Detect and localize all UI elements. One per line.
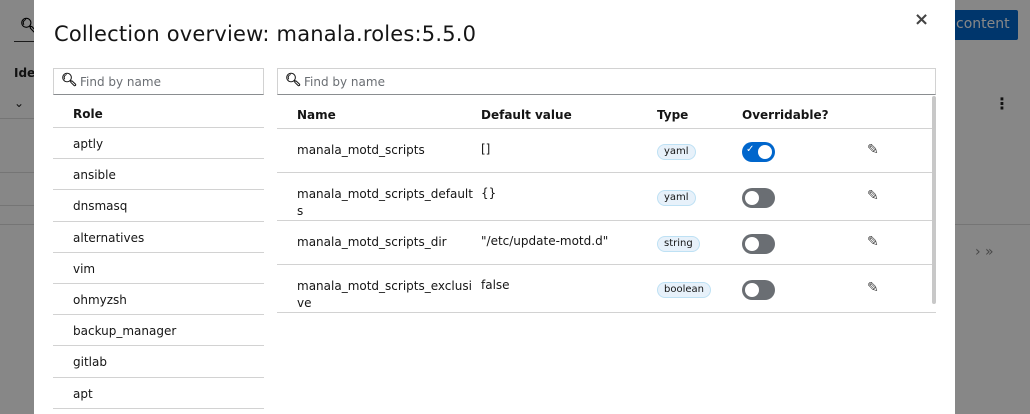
search-icon: 🔍︎: [61, 73, 78, 88]
table-row: manala_motd_scripts [] yaml ✓ ✎: [277, 129, 936, 173]
type-badge: boolean: [657, 282, 711, 298]
modal-title: Collection overview: manala.roles:5.5.0: [54, 22, 477, 46]
variable-name: manala_motd_scripts: [297, 143, 425, 157]
pencil-icon[interactable]: ✎: [867, 142, 879, 158]
variables-search: 🔍︎: [277, 68, 936, 95]
role-list-item[interactable]: ohmyzsh: [53, 284, 264, 316]
variable-type: yaml: [657, 143, 696, 160]
type-badge: yaml: [657, 144, 696, 160]
overridable-toggle[interactable]: [742, 188, 775, 208]
roles-panel: 🔍︎ Role aptlyansiblednsmasqalternativesv…: [53, 68, 264, 409]
column-header-name: Name: [297, 108, 336, 122]
role-list-item[interactable]: apt: [53, 378, 264, 409]
variables-table-body: manala_motd_scripts[] yaml ✓ ✎ manala_motd_s…: [277, 129, 936, 313]
variable-type: boolean: [657, 281, 711, 298]
toggle-knob: [745, 191, 759, 205]
type-badge: string: [657, 236, 700, 252]
variables-scrollbar[interactable]: [932, 96, 936, 304]
overridable-toggle[interactable]: ✓: [742, 142, 775, 162]
variable-default-value: "/etc/update-motd.d": [481, 234, 609, 248]
role-list-item[interactable]: ansible: [53, 159, 264, 191]
variables-panel: 🔍︎ Name Default value Type Overridable? …: [277, 68, 936, 313]
collection-overview-modal: Collection overview: manala.roles:5.5.0 …: [34, 0, 955, 414]
variable-name: manala_motd_scripts_exclusive: [297, 279, 472, 310]
role-list-item[interactable]: vim: [53, 253, 264, 284]
pencil-icon[interactable]: ✎: [867, 280, 879, 296]
roles-search: 🔍︎: [53, 68, 264, 95]
column-header-type: Type: [657, 108, 689, 122]
column-header-default: Default value: [481, 108, 572, 122]
toggle-knob: [745, 237, 759, 251]
role-list-item[interactable]: alternatives: [53, 222, 264, 253]
variable-type: yaml: [657, 189, 696, 206]
toggle-knob: [745, 283, 759, 297]
table-row: manala_motd_scripts_dir "/etc/update-motd…: [277, 221, 936, 265]
pencil-icon[interactable]: ✎: [867, 234, 879, 250]
roles-column-header: Role: [53, 95, 264, 128]
column-header-overridable: Overridable?: [742, 108, 829, 122]
variable-name: manala_motd_scripts_defaults: [297, 187, 473, 218]
role-list-item[interactable]: aptly: [53, 128, 264, 160]
variable-default-value: []: [481, 142, 491, 156]
search-icon: 🔍︎: [285, 73, 302, 88]
type-badge: yaml: [657, 190, 696, 206]
table-row: manala_motd_scripts_defaults {} yaml ✎: [277, 173, 936, 221]
roles-search-input[interactable]: [80, 72, 255, 91]
variables-search-input[interactable]: [304, 72, 924, 91]
variable-default-value: false: [481, 278, 510, 292]
toggle-knob: [758, 145, 772, 159]
overridable-toggle[interactable]: [742, 234, 775, 254]
variable-type: string: [657, 235, 700, 252]
role-list-item[interactable]: gitlab: [53, 346, 264, 378]
variables-table: Name Default value Type Overridable? man…: [277, 96, 936, 313]
pencil-icon[interactable]: ✎: [867, 188, 879, 204]
variables-table-header: Name Default value Type Overridable?: [277, 96, 936, 129]
roles-list: aptly ansible dnsmasq alternatives vim ohmyzs…: [53, 128, 264, 409]
table-row: manala_motd_scripts_exclusive false boolea…: [277, 265, 936, 313]
role-list-item[interactable]: backup_manager: [53, 315, 264, 347]
variable-default-value: {}: [481, 186, 497, 200]
variable-name: manala_motd_scripts_dir: [297, 235, 447, 249]
close-icon[interactable]: ×: [914, 9, 929, 30]
role-list-item[interactable]: dnsmasq: [53, 190, 264, 222]
overridable-toggle[interactable]: [742, 280, 775, 300]
check-icon: ✓: [746, 144, 755, 155]
